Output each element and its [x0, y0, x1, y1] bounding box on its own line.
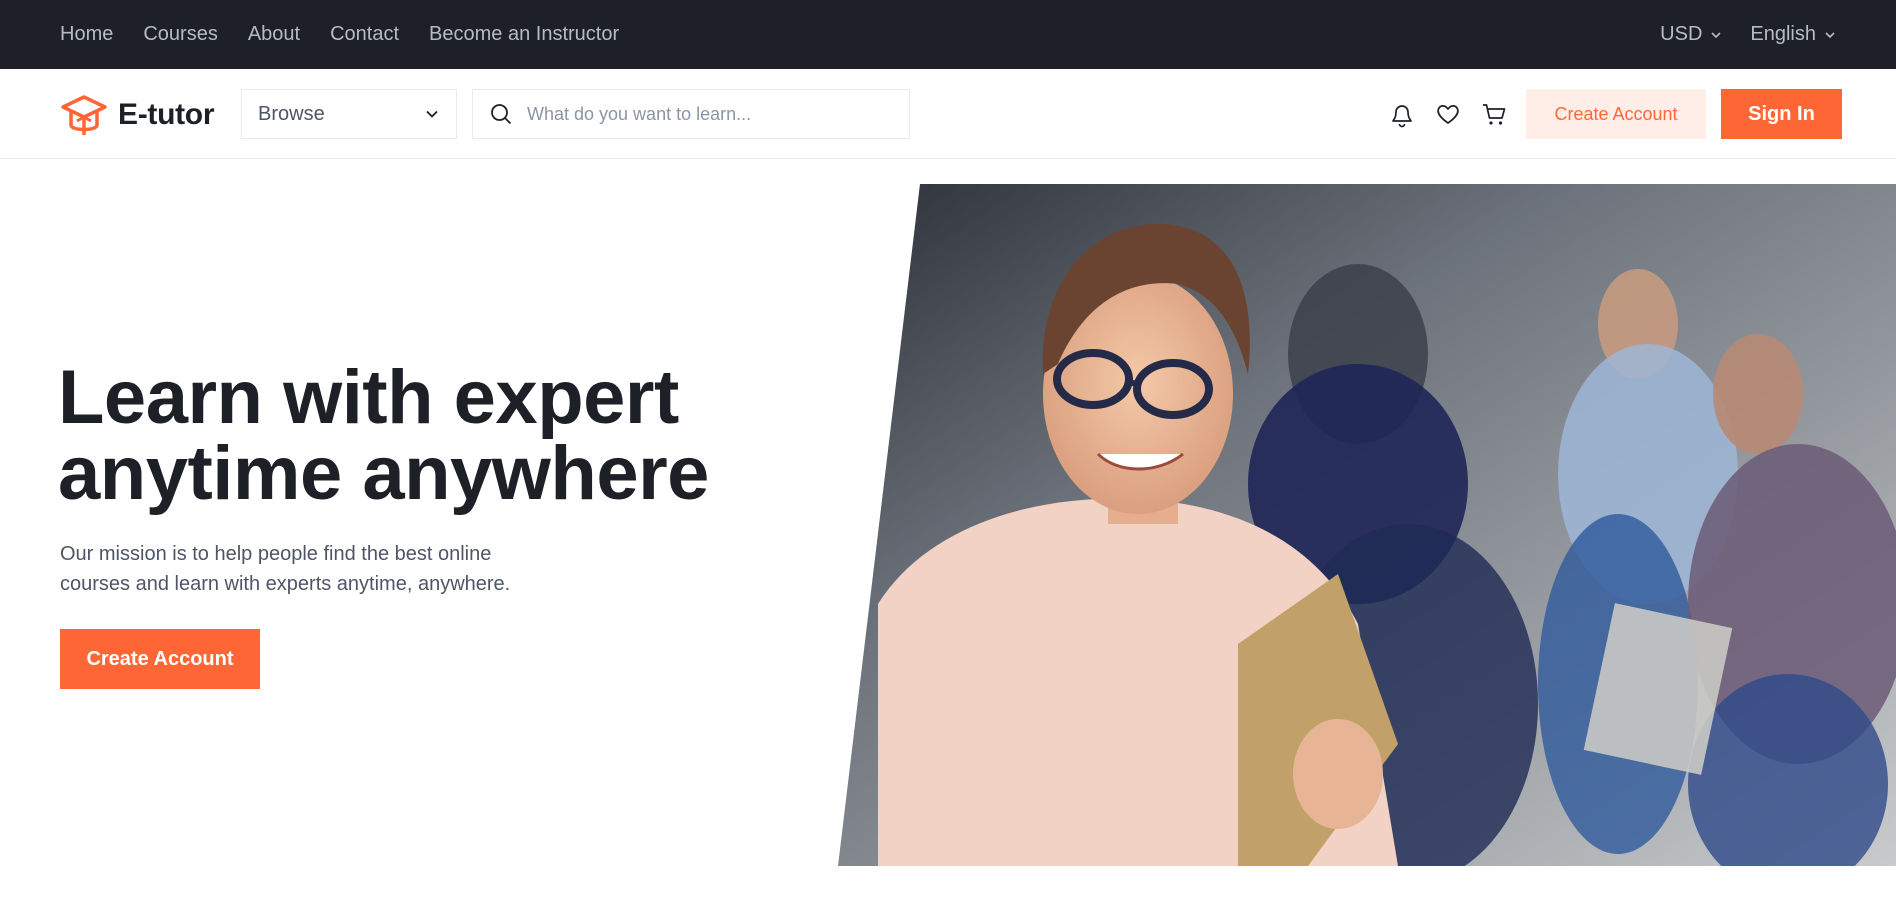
cart-icon[interactable]	[1480, 100, 1508, 128]
nav-link-about[interactable]: About	[248, 23, 300, 46]
hero-create-account-button[interactable]: Create Account	[60, 629, 260, 689]
top-nav: Home Courses About Contact Become an Ins…	[60, 0, 619, 69]
browse-dropdown[interactable]: Browse	[241, 89, 457, 139]
nav-link-home[interactable]: Home	[60, 23, 113, 46]
search-input[interactable]	[527, 103, 893, 125]
hero-image	[838, 184, 1896, 866]
currency-dropdown[interactable]: USD	[1660, 23, 1722, 46]
top-right-controls: USD English	[1660, 0, 1836, 69]
hero-description: Our mission is to help people find the b…	[60, 543, 511, 595]
chevron-down-icon	[1711, 31, 1721, 38]
logo[interactable]: E-tutor	[60, 93, 215, 137]
sign-in-button[interactable]: Sign In	[1721, 89, 1842, 139]
nav-link-contact[interactable]: Contact	[330, 23, 399, 46]
header-icons	[1388, 100, 1508, 128]
heart-icon[interactable]	[1434, 100, 1462, 128]
search-icon	[491, 104, 512, 125]
chevron-down-icon	[426, 110, 438, 118]
hero-title-line-1: Learn with expert	[58, 355, 679, 440]
search-box	[472, 89, 910, 139]
nav-link-become-instructor[interactable]: Become an Instructor	[429, 23, 619, 46]
currency-label: USD	[1660, 23, 1703, 45]
browse-label: Browse	[258, 102, 325, 125]
bell-icon[interactable]	[1388, 100, 1416, 128]
graduation-cap-icon	[61, 95, 107, 135]
main-header: E-tutor Browse Create Account Sign In	[0, 69, 1896, 159]
hero-title: Learn with expert anytime anywhere	[58, 360, 709, 512]
logo-text: E-tutor	[118, 98, 215, 131]
nav-link-courses[interactable]: Courses	[143, 23, 217, 46]
language-dropdown[interactable]: English	[1750, 23, 1836, 46]
create-account-button[interactable]: Create Account	[1526, 89, 1706, 139]
top-bar: Home Courses About Contact Become an Ins…	[0, 0, 1896, 69]
language-label: English	[1750, 23, 1816, 45]
hero-title-line-2: anytime anywhere	[58, 431, 709, 516]
chevron-down-icon	[1825, 31, 1835, 38]
